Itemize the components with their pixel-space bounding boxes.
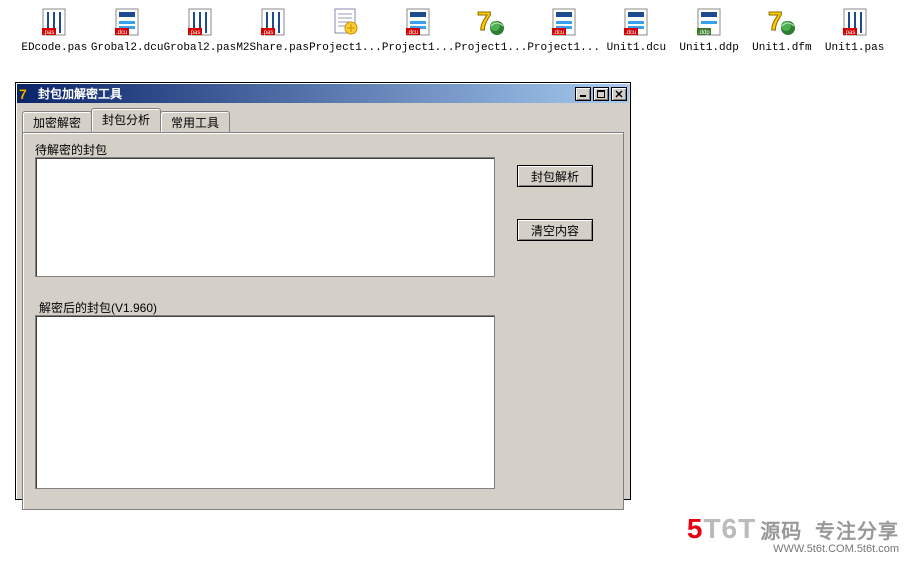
titlebar[interactable]: 7 封包加解密工具 bbox=[17, 84, 629, 103]
desktop-file[interactable]: Project1... bbox=[309, 6, 382, 54]
file-label: Unit1.ddp bbox=[679, 42, 738, 54]
input-group-label: 待解密的封包 bbox=[35, 141, 613, 158]
watermark-url: WWW.5t6t.COM.5t6t.com bbox=[687, 543, 899, 555]
decrypted-packet-output[interactable] bbox=[35, 315, 495, 489]
watermark-logo: T6T bbox=[703, 513, 756, 544]
minimize-button[interactable] bbox=[575, 87, 591, 101]
svg-text:.dcu: .dcu bbox=[625, 30, 636, 36]
file-label: Grobal2.pas bbox=[164, 42, 237, 54]
svg-text:.dcu: .dcu bbox=[407, 30, 418, 36]
app-window: 7 封包加解密工具 加密解密封包分析常用工具 待解密的封包 解密后的封包(V1.… bbox=[15, 82, 631, 500]
pas-file-icon: .pas bbox=[839, 6, 871, 38]
file-label: Project1... bbox=[382, 42, 455, 54]
desktop-file[interactable]: 7 Project1... bbox=[455, 6, 528, 54]
file-label: Grobal2.dcu bbox=[91, 42, 164, 54]
tab-0[interactable]: 加密解密 bbox=[22, 111, 92, 133]
file-label: Unit1.pas bbox=[825, 42, 884, 54]
tab-2[interactable]: 常用工具 bbox=[160, 111, 230, 133]
desktop-file[interactable]: .pas Grobal2.pas bbox=[164, 6, 237, 54]
watermark-tagline: 专注分享 bbox=[815, 521, 899, 543]
parse-packet-button[interactable]: 封包解析 bbox=[517, 165, 593, 187]
svg-text:.pas: .pas bbox=[189, 30, 200, 36]
file-label: M2Share.pas bbox=[236, 42, 309, 54]
close-button[interactable] bbox=[611, 87, 627, 101]
svg-text:.pas: .pas bbox=[844, 30, 855, 36]
svg-text:7: 7 bbox=[768, 6, 782, 36]
clear-content-button[interactable]: 清空内容 bbox=[517, 219, 593, 241]
pas-file-icon: .pas bbox=[38, 6, 70, 38]
dcu-file-icon: .dcu bbox=[548, 6, 580, 38]
file-label: Project1... bbox=[455, 42, 528, 54]
encrypted-packet-input[interactable] bbox=[35, 157, 495, 277]
svg-text:7: 7 bbox=[477, 6, 491, 36]
pas-file-icon: .pas bbox=[257, 6, 289, 38]
watermark: 5T6T源码 专注分享 WWW.5t6t.COM.5t6t.com bbox=[687, 515, 899, 555]
desktop-file[interactable]: .pas EDcode.pas bbox=[18, 6, 91, 54]
svg-text:.dcu: .dcu bbox=[553, 30, 564, 36]
svg-text:.dcu: .dcu bbox=[116, 30, 127, 36]
watermark-cn: 源码 bbox=[760, 521, 802, 543]
ddp-file-icon: .ddp bbox=[693, 6, 725, 38]
desktop-file[interactable]: .dcu Grobal2.dcu bbox=[91, 6, 164, 54]
tab-1[interactable]: 封包分析 bbox=[91, 108, 161, 132]
delphi-file-icon: 7 bbox=[475, 6, 507, 38]
dcu-file-icon: .dcu bbox=[402, 6, 434, 38]
file-label: Unit1.dfm bbox=[752, 42, 811, 54]
desktop-file[interactable]: .pas Unit1.pas bbox=[818, 6, 891, 54]
dcu-file-icon: .dcu bbox=[111, 6, 143, 38]
desktop-file[interactable]: 7 Unit1.dfm bbox=[746, 6, 819, 54]
svg-text:7: 7 bbox=[19, 86, 27, 102]
tab-panel: 待解密的封包 解密后的封包(V1.960) 封包解析 清空内容 bbox=[22, 132, 624, 510]
desktop-icons: .pas EDcode.pas .dcu Grobal2.dcu .pas Grobal2… bbox=[0, 0, 909, 54]
desktop-file[interactable]: .dcu Project1... bbox=[527, 6, 600, 54]
svg-text:.pas: .pas bbox=[43, 30, 54, 36]
file-label: Project1... bbox=[309, 42, 382, 54]
desktop-file[interactable]: .dcu Unit1.dcu bbox=[600, 6, 673, 54]
svg-text:.ddp: .ddp bbox=[698, 30, 710, 36]
tab-strip: 加密解密封包分析常用工具 bbox=[22, 108, 624, 132]
window-title: 封包加解密工具 bbox=[38, 85, 575, 102]
desktop-file[interactable]: .pas M2Share.pas bbox=[236, 6, 309, 54]
svg-text:.pas: .pas bbox=[262, 30, 273, 36]
file-label: EDcode.pas bbox=[21, 42, 87, 54]
desktop-file[interactable]: .ddp Unit1.ddp bbox=[673, 6, 746, 54]
output-group-label: 解密后的封包(V1.960) bbox=[39, 299, 157, 316]
file-label: Project1... bbox=[527, 42, 600, 54]
desktop-file[interactable]: .dcu Project1... bbox=[382, 6, 455, 54]
pas-file-icon: .pas bbox=[184, 6, 216, 38]
dcu-file-icon: .dcu bbox=[620, 6, 652, 38]
delphi-file-icon: 7 bbox=[766, 6, 798, 38]
file-label: Unit1.dcu bbox=[607, 42, 666, 54]
app-icon: 7 bbox=[19, 86, 35, 102]
maximize-button[interactable] bbox=[593, 87, 609, 101]
watermark-logo-red: 5 bbox=[687, 513, 704, 544]
note-file-icon bbox=[329, 6, 361, 38]
